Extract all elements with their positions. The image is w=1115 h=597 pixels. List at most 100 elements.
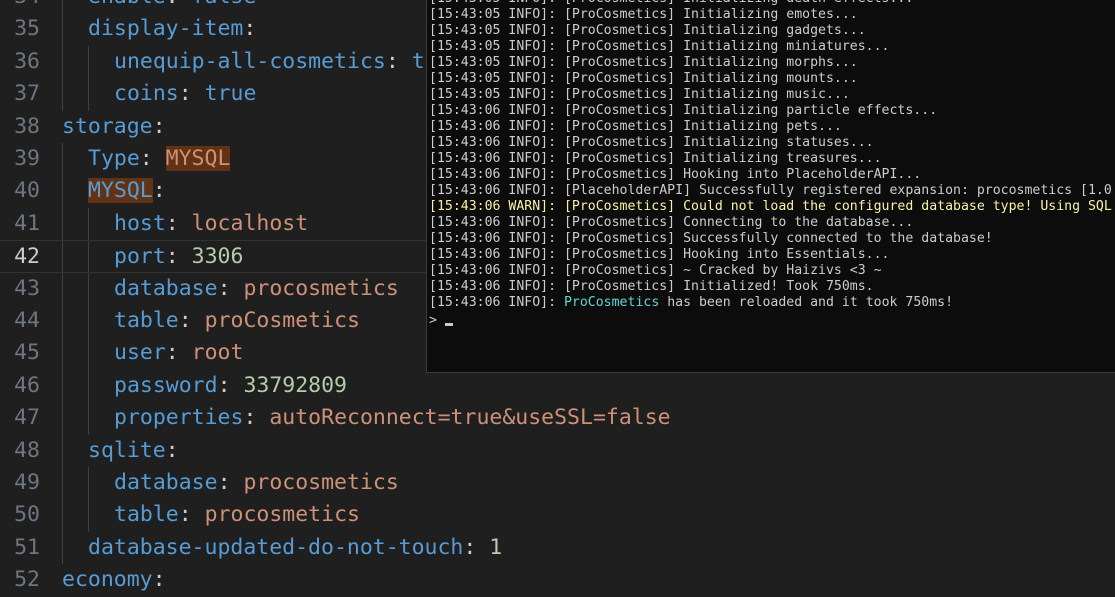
code-content: table: proCosmetics xyxy=(114,305,360,337)
console-line: [15:43:06 INFO]: [ProCosmetics] Initiali… xyxy=(429,279,874,294)
console-line: [15:43:05 INFO]: [ProCosmetics] Initiali… xyxy=(429,39,890,54)
server-console-window[interactable]: [15:43:05 INFO]: [ProCosmetics] Initiali… xyxy=(426,0,1115,373)
indent-guide xyxy=(88,272,89,305)
console-text: [15:43:06 INFO]: xyxy=(429,295,564,310)
plugin-name: ProCosmetics xyxy=(563,295,660,310)
indent-guide xyxy=(88,499,89,532)
yaml-value: 33792809 xyxy=(243,372,348,398)
yaml-separator: : xyxy=(152,178,166,204)
yaml-separator: : xyxy=(139,146,166,171)
indent-guide xyxy=(62,531,63,565)
indent-guide xyxy=(62,305,63,338)
yaml-separator: : xyxy=(385,48,412,74)
yaml-separator: : xyxy=(165,210,192,236)
code-line[interactable]: 52 economy: xyxy=(0,564,1115,596)
yaml-key: display-item xyxy=(88,16,244,42)
console-prompt[interactable]: > xyxy=(429,313,453,329)
indent-guide xyxy=(88,241,89,272)
code-content: coins: true xyxy=(114,78,256,110)
console-line: [15:43:06 INFO]: [PlaceholderAPI] Succes… xyxy=(429,183,1112,198)
line-number: 45 xyxy=(14,340,40,366)
console-line: [15:43:05 INFO]: [ProCosmetics] Initiali… xyxy=(429,55,858,70)
yaml-separator: : xyxy=(178,81,205,107)
code-content: display-item: xyxy=(88,13,256,45)
line-number: 50 xyxy=(14,502,40,528)
indent-guide xyxy=(62,13,63,46)
code-content: user: root xyxy=(114,337,243,369)
indent-guide xyxy=(88,402,89,435)
indent-guide xyxy=(62,0,63,14)
code-content: host: localhost xyxy=(114,208,308,240)
console-line: [15:43:05 INFO]: [ProCosmetics] Initiali… xyxy=(429,87,850,102)
yaml-key: host xyxy=(114,210,166,236)
yaml-separator: : xyxy=(152,567,166,593)
line-number: 36 xyxy=(14,48,40,74)
indent-guide xyxy=(88,467,89,500)
yaml-key: user xyxy=(114,340,166,366)
yaml-separator: : xyxy=(217,372,244,398)
yaml-value: autoReconnect=true&useSSL=false xyxy=(269,405,671,431)
yaml-separator: : xyxy=(166,0,192,9)
code-line[interactable]: 51 database-updated-do-not-touch: 1 xyxy=(0,531,1115,565)
line-number: 42 xyxy=(14,244,40,270)
code-content: storage: xyxy=(62,111,166,143)
yaml-key: database xyxy=(114,275,218,301)
indent-guide xyxy=(88,45,89,79)
indent-guide xyxy=(62,467,63,500)
yaml-separator: : xyxy=(178,502,205,528)
yaml-value: proCosmetics xyxy=(204,308,360,333)
code-content: sqlite: xyxy=(88,435,179,467)
indent-guide xyxy=(62,241,63,272)
code-line[interactable]: 46 password: 33792809 xyxy=(0,369,1115,403)
yaml-separator: : xyxy=(178,308,205,333)
code-line[interactable]: 48 sqlite: xyxy=(0,434,1115,467)
code-line[interactable]: 50 table: procosmetics xyxy=(0,499,1115,532)
indent-guide xyxy=(62,272,63,305)
yaml-key: enable xyxy=(88,0,166,9)
yaml-key: properties xyxy=(114,405,244,431)
console-line: [15:43:06 WARN]: [ProCosmetics] Could no… xyxy=(429,199,1112,214)
console-line: [15:43:06 INFO]: [ProCosmetics] Successf… xyxy=(429,231,993,246)
indent-guide xyxy=(62,78,63,111)
console-line: [15:43:06 INFO]: [ProCosmetics] Hooking … xyxy=(429,167,922,182)
indent-guide xyxy=(62,402,63,435)
yaml-key: coins xyxy=(114,81,179,107)
code-line[interactable]: 49 database: procosmetics xyxy=(0,467,1115,500)
console-line: [15:43:06 INFO]: [ProCosmetics] Initiali… xyxy=(429,151,882,166)
line-number: 49 xyxy=(14,470,40,495)
line-number: 40 xyxy=(14,178,40,204)
text-cursor xyxy=(444,323,453,326)
code-content: database: procosmetics xyxy=(114,273,399,305)
indent-guide xyxy=(88,78,89,111)
yaml-key: sqlite xyxy=(88,437,166,463)
console-line: [15:43:06 INFO]: [ProCosmetics] Initiali… xyxy=(429,119,842,134)
console-line: [15:43:05 INFO]: [ProCosmetics] Initiali… xyxy=(429,7,858,22)
yaml-separator: : xyxy=(152,113,166,139)
line-number: 38 xyxy=(14,113,40,139)
line-number: 46 xyxy=(14,372,40,398)
yaml-key: Type xyxy=(88,146,140,171)
prompt-symbol: > xyxy=(429,313,437,328)
yaml-value: 3306 xyxy=(191,244,244,270)
console-line: [15:43:06 INFO]: ProCosmetics has been r… xyxy=(429,295,1115,311)
code-line[interactable]: 47 properties: autoReconnect=true&useSSL=… xyxy=(0,402,1115,435)
yaml-key: storage xyxy=(62,113,153,139)
line-number: 39 xyxy=(14,146,40,171)
yaml-key: database-updated-do-not-touch xyxy=(88,534,464,560)
code-content: economy: xyxy=(62,564,166,596)
yaml-value: MYSQL xyxy=(165,146,231,171)
yaml-key: port xyxy=(114,244,166,270)
line-number: 48 xyxy=(14,437,40,463)
yaml-key: MYSQL xyxy=(88,178,153,204)
yaml-separator: : xyxy=(217,275,244,301)
yaml-separator: : xyxy=(165,244,192,270)
yaml-value: procosmetics xyxy=(243,275,399,301)
line-number: 41 xyxy=(14,210,40,236)
code-content: MYSQL: xyxy=(88,175,166,207)
indent-guide xyxy=(88,207,89,241)
indent-guide xyxy=(62,369,63,403)
indent-guide xyxy=(88,305,89,338)
console-line: [15:43:06 INFO]: [ProCosmetics] Connecti… xyxy=(429,215,914,230)
yaml-separator: : xyxy=(243,405,270,431)
console-line: [15:43:05 INFO]: [ProCosmetics] Initiali… xyxy=(429,23,866,38)
